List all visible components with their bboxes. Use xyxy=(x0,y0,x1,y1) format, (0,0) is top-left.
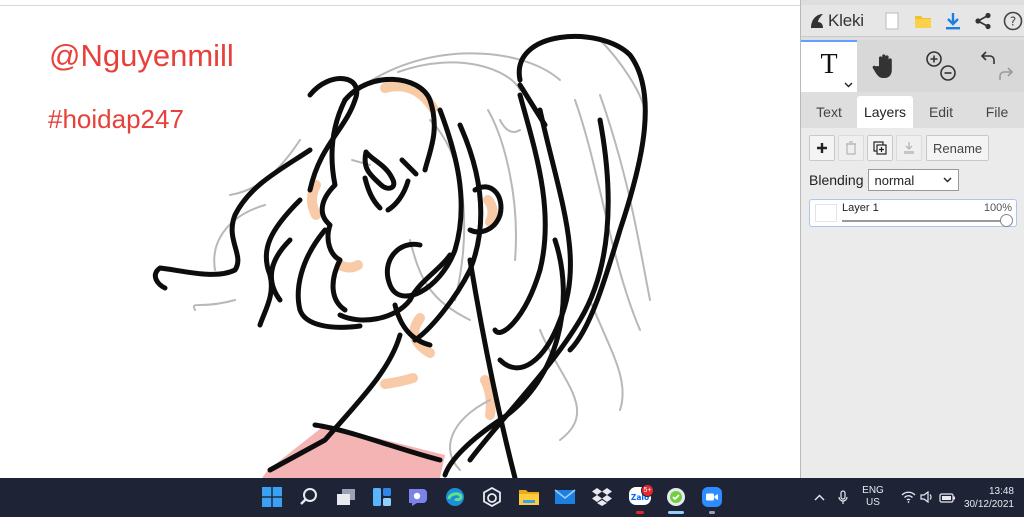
open-folder-icon[interactable] xyxy=(911,9,934,33)
system-tray: ENG US 13:48 30/12/2021 xyxy=(804,478,1024,517)
layer-opacity-handle[interactable] xyxy=(999,214,1013,227)
kleki-logo[interactable]: Kleki xyxy=(808,11,874,31)
new-image-icon[interactable] xyxy=(881,9,904,33)
layer-name: Layer 1 xyxy=(842,202,879,214)
search-icon[interactable] xyxy=(297,485,321,509)
chevron-down-icon xyxy=(943,177,951,183)
app-top-bar: Kleki ? xyxy=(801,5,1024,37)
layer-actions: Rename xyxy=(809,135,990,161)
hashtag-watermark: #hoidap247 xyxy=(48,104,184,134)
microphone-icon[interactable] xyxy=(836,489,850,505)
file-explorer-icon[interactable] xyxy=(517,485,541,509)
tab-layers[interactable]: Layers xyxy=(857,96,913,128)
hand-tool-button[interactable] xyxy=(857,40,913,92)
duplicate-layer-button[interactable] xyxy=(867,135,893,161)
rename-layer-button[interactable]: Rename xyxy=(926,135,990,161)
tab-file[interactable]: File xyxy=(969,96,1024,128)
layer-opacity-value: 100% xyxy=(983,202,1012,214)
blending-label: Blending xyxy=(809,172,864,188)
layer-opacity-slider[interactable] xyxy=(842,220,1006,222)
tab-edit[interactable]: Edit xyxy=(913,96,969,128)
zoom-in-out-icon xyxy=(926,51,956,81)
input-language[interactable]: ENG US xyxy=(856,485,890,509)
windows-start-icon[interactable] xyxy=(260,485,284,509)
clock[interactable]: 13:48 30/12/2021 xyxy=(954,485,1014,511)
task-view-icon[interactable] xyxy=(334,485,358,509)
wifi-icon[interactable] xyxy=(900,490,916,504)
volume-icon[interactable] xyxy=(919,490,935,504)
share-icon[interactable] xyxy=(972,9,995,33)
language-code: ENG xyxy=(862,485,884,496)
zoom-tool-button[interactable] xyxy=(913,40,969,92)
kleki-browser-icon[interactable] xyxy=(664,485,688,509)
clock-time: 13:48 xyxy=(988,486,1014,497)
microsoft-store-icon[interactable] xyxy=(480,485,504,509)
teams-chat-icon[interactable] xyxy=(406,485,430,509)
layer-thumbnail xyxy=(815,204,837,222)
merge-layer-button[interactable] xyxy=(896,135,922,161)
notification-badge: 5+ xyxy=(641,484,654,497)
mail-icon[interactable] xyxy=(553,485,577,509)
download-icon[interactable] xyxy=(941,9,964,33)
undo-redo-icon xyxy=(980,51,1014,80)
kleki-browser-running-indicator xyxy=(668,511,684,514)
chevron-up-icon[interactable] xyxy=(812,490,826,504)
panel-tabs: Text Layers Edit File xyxy=(801,96,1024,128)
duplicate-icon xyxy=(873,141,887,155)
delete-layer-button[interactable] xyxy=(838,135,864,161)
zalo-running-indicator xyxy=(636,511,644,514)
app-name: Kleki xyxy=(828,10,864,30)
kleki-sidebar: Kleki ? T Text Layers Edit File Rename B… xyxy=(800,0,1024,478)
clock-date: 30/12/2021 xyxy=(963,499,1014,510)
help-icon[interactable]: ? xyxy=(1002,9,1024,33)
text-tool-button[interactable]: T xyxy=(801,40,857,92)
blending-mode-value: normal xyxy=(874,172,915,188)
svg-text:?: ? xyxy=(1010,14,1016,28)
blending-mode-select[interactable]: normal xyxy=(867,169,959,191)
zoom-meetings-icon[interactable] xyxy=(700,485,724,509)
trash-icon xyxy=(846,141,856,155)
chevron-down-icon[interactable] xyxy=(844,82,853,88)
edge-browser-icon[interactable] xyxy=(443,485,467,509)
region-code: US xyxy=(866,497,880,508)
kleki-logo-icon xyxy=(811,13,823,28)
widgets-icon[interactable] xyxy=(370,485,394,509)
blending-row: Blending normal xyxy=(809,169,959,191)
add-layer-button[interactable] xyxy=(809,135,835,161)
light-sketch-lines xyxy=(192,39,651,471)
text-tool-icon: T xyxy=(820,49,838,80)
username-watermark: @Nguyenmill xyxy=(49,38,234,73)
merge-down-icon xyxy=(904,142,914,154)
undo-redo-button[interactable] xyxy=(969,40,1024,92)
windows-taskbar: Zalo ENG US 13:48 30/12/2021 xyxy=(0,478,1024,517)
tool-row: T xyxy=(801,40,1024,92)
tab-text[interactable]: Text xyxy=(801,96,857,128)
hand-icon xyxy=(872,54,892,78)
layer-list-item[interactable]: Layer 1 100% xyxy=(809,199,1017,227)
plus-icon xyxy=(817,143,827,153)
drawing-canvas[interactable]: @Nguyenmill #hoidap247 xyxy=(0,0,800,478)
zoom-running-indicator xyxy=(709,511,715,514)
layers-panel: Rename Blending normal Layer 1 100% xyxy=(801,128,1024,478)
main-ink-lines xyxy=(152,34,648,478)
dropbox-icon[interactable] xyxy=(590,485,614,509)
